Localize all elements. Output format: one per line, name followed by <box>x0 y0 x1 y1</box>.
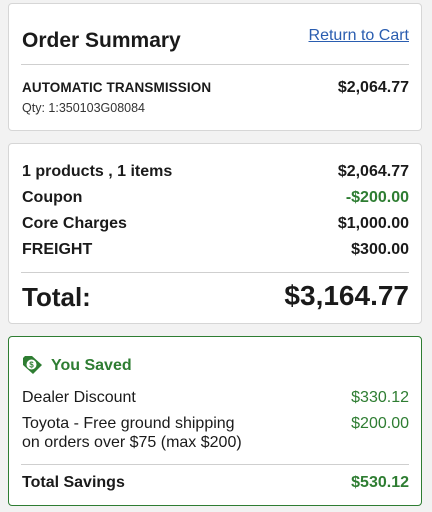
products-count-label: 1 products , 1 items <box>22 163 173 180</box>
shipping-discount-value: $200.00 <box>351 415 409 432</box>
totals-card: 1 products , 1 items $2,064.77 Coupon -$… <box>8 143 422 324</box>
coupon-value: -$200.00 <box>345 189 409 206</box>
order-summary-title: Order Summary <box>22 29 181 52</box>
total-savings-label: Total Savings <box>22 474 125 491</box>
price-tag-icon: $ <box>23 356 42 374</box>
divider <box>21 272 409 273</box>
item-qty: Qty: 1:350103G08084 <box>22 101 146 115</box>
freight-value: $300.00 <box>351 241 409 258</box>
subtotal-value: $2,064.77 <box>337 163 409 180</box>
dealer-discount-label: Dealer Discount <box>22 389 136 406</box>
item-price: $2,064.77 <box>337 79 409 96</box>
you-saved-title: You Saved <box>51 357 132 374</box>
coupon-label: Coupon <box>22 189 83 206</box>
total-value: $3,164.77 <box>284 280 409 311</box>
core-charges-value: $1,000.00 <box>337 215 409 232</box>
total-label: Total: <box>22 282 91 312</box>
core-charges-label: Core Charges <box>22 215 127 232</box>
dealer-discount-value: $330.12 <box>351 389 409 406</box>
divider <box>21 464 409 465</box>
shipping-discount-label-line2: on orders over $75 (max $200) <box>22 434 242 451</box>
freight-label: FREIGHT <box>22 241 93 258</box>
svg-text:$: $ <box>29 361 34 370</box>
item-name: AUTOMATIC TRANSMISSION <box>22 80 212 95</box>
divider <box>21 64 409 65</box>
order-summary-card: Order Summary Return to Cart AUTOMATIC T… <box>8 3 422 131</box>
total-savings-value: $530.12 <box>351 474 409 491</box>
shipping-discount-label-line1: Toyota - Free ground shipping <box>22 415 235 432</box>
you-saved-card: $ You Saved Dealer Discount $330.12 Toyo… <box>8 336 422 506</box>
return-to-cart-link[interactable]: Return to Cart <box>309 27 409 45</box>
